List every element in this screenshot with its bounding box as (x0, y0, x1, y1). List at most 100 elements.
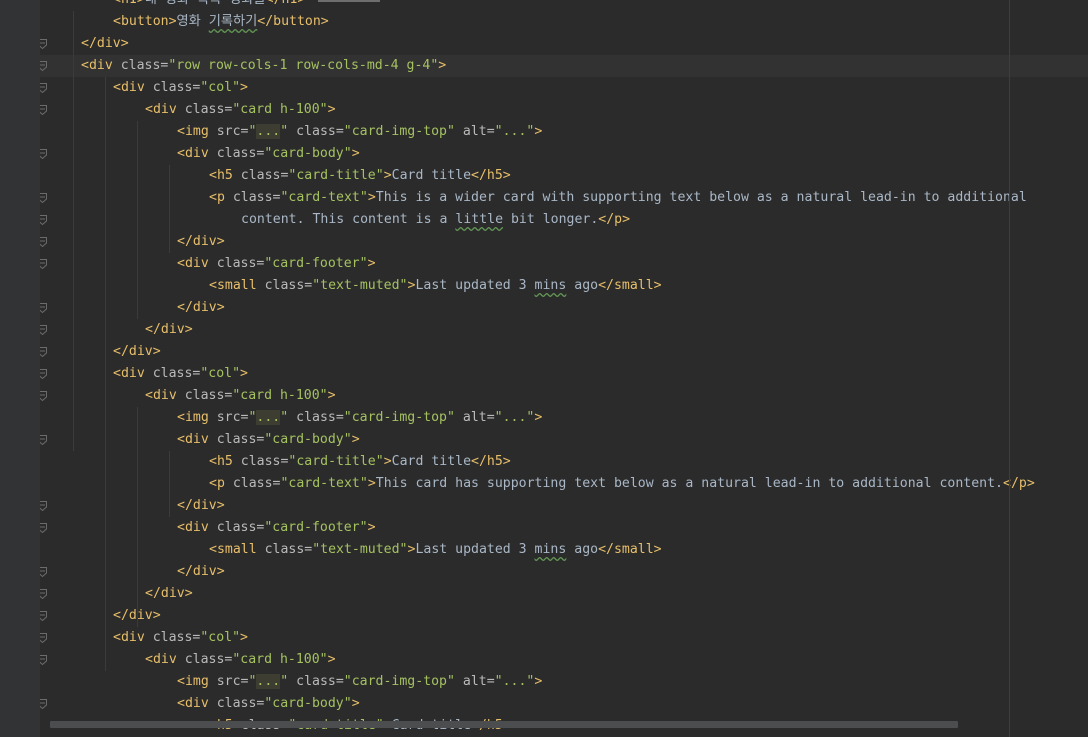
horizontal-scrollbar[interactable] (50, 721, 958, 728)
fold-marker-icon[interactable] (40, 325, 47, 335)
code-line[interactable]: <h5 class="card-title">Card title</h5> (40, 165, 1088, 187)
fold-marker-icon[interactable] (40, 215, 47, 225)
code-token: <h1> (113, 0, 145, 7)
code-token: src= (216, 410, 249, 425)
fold-marker-icon[interactable] (40, 633, 47, 643)
code-line[interactable]: </div> (40, 33, 1088, 55)
code-token: <div (177, 520, 217, 535)
code-line[interactable]: <div class="card-body"> (40, 693, 1088, 715)
code-line[interactable]: <div class="row row-cols-1 row-cols-md-4… (40, 55, 1088, 77)
code-token: > (534, 124, 543, 139)
code-line[interactable]: <div class="col"> (40, 363, 1088, 385)
fold-marker-icon[interactable] (40, 259, 47, 269)
code-line[interactable]: <button>영화 기록하기</button> (40, 11, 1088, 33)
code-token: <img (177, 124, 217, 139)
code-line[interactable]: <p class="card-text">This card has suppo… (40, 473, 1088, 495)
fold-marker-icon[interactable] (40, 149, 47, 159)
code-text: <div class="card-body"> (177, 429, 360, 451)
code-token: class= (120, 58, 169, 73)
code-text: <h5 class="card-title">Card title</h5> (209, 165, 511, 187)
code-line[interactable]: <div class="card-footer"> (40, 517, 1088, 539)
code-text: <img src= "..." class="card-img-top" alt=… (177, 671, 542, 693)
scroll-mark (318, 0, 380, 2)
code-editor[interactable]: <h1>내 영화 목록 영화들</h1><button>영화 기록하기</but… (40, 0, 1088, 737)
fold-marker-icon[interactable] (40, 193, 47, 203)
fold-marker-icon[interactable] (40, 699, 47, 709)
code-token: Card title (391, 454, 472, 469)
code-token: </h1> (266, 0, 306, 7)
code-line[interactable]: </div> (40, 561, 1088, 583)
code-line[interactable]: <div class="card h-100"> (40, 99, 1088, 121)
code-text: <div class="col"> (113, 77, 248, 99)
fold-marker-icon[interactable] (40, 501, 47, 511)
fold-marker-icon[interactable] (40, 83, 47, 93)
code-text: <button>영화 기록하기</button> (113, 11, 329, 33)
fold-marker-icon[interactable] (40, 303, 47, 313)
fold-marker-icon[interactable] (40, 237, 47, 247)
code-line[interactable]: <div class="card-body"> (40, 429, 1088, 451)
code-token: </button> (257, 14, 329, 29)
code-token: <div (145, 388, 185, 403)
code-token: class= (152, 80, 201, 95)
code-token: > (534, 674, 543, 689)
fold-marker-icon[interactable] (40, 347, 47, 357)
fold-marker-icon[interactable] (40, 61, 47, 71)
fold-marker-icon[interactable] (40, 105, 47, 115)
fold-marker-icon[interactable] (40, 391, 47, 401)
code-token: mins (534, 278, 567, 293)
code-line[interactable]: <p class="card-text">This is a wider car… (40, 187, 1088, 209)
code-token: </p> (1003, 476, 1035, 491)
code-token: <div (81, 58, 121, 73)
code-line[interactable]: <h5 class="card-title">Card title</h5> (40, 451, 1088, 473)
fold-marker-icon[interactable] (40, 435, 47, 445)
code-token: " (280, 674, 289, 689)
code-line[interactable]: <div class="card-body"> (40, 143, 1088, 165)
code-text: <div class="col"> (113, 627, 248, 649)
code-token: > (327, 652, 336, 667)
fold-marker-icon[interactable] (40, 567, 47, 577)
code-line[interactable]: </div> (40, 495, 1088, 517)
code-token: ... (256, 124, 281, 139)
fold-marker-icon[interactable] (40, 523, 47, 533)
code-line[interactable]: </div> (40, 583, 1088, 605)
code-token: <h5 (209, 454, 241, 469)
code-line[interactable]: <h1>내 영화 목록 영화들</h1> (40, 0, 1088, 11)
code-line[interactable]: </div> (40, 605, 1088, 627)
code-token: <div (145, 102, 185, 117)
fold-marker-icon[interactable] (40, 655, 47, 665)
code-token: class= (232, 476, 281, 491)
code-token: </h5> (471, 168, 511, 183)
code-token: > (367, 476, 376, 491)
code-token: "card-body" (264, 146, 352, 161)
code-line[interactable]: <div class="col"> (40, 77, 1088, 99)
code-line[interactable]: <div class="card h-100"> (40, 649, 1088, 671)
code-token: " (280, 124, 289, 139)
code-line[interactable]: </div> (40, 297, 1088, 319)
code-token: </small> (598, 278, 662, 293)
code-token: Last updated 3 (415, 278, 535, 293)
code-token: "card-body" (264, 432, 352, 447)
code-line[interactable]: <small class="text-muted">Last updated 3… (40, 275, 1088, 297)
fold-marker-icon[interactable] (40, 369, 47, 379)
code-line[interactable]: <img src= "..." class="card-img-top" alt=… (40, 407, 1088, 429)
code-line[interactable]: <div class="card h-100"> (40, 385, 1088, 407)
code-text: <small class="text-muted">Last updated 3… (209, 275, 662, 297)
code-line[interactable]: <div class="col"> (40, 627, 1088, 649)
code-line[interactable]: </div> (40, 341, 1088, 363)
code-line[interactable]: content. This content is a little bit lo… (40, 209, 1088, 231)
code-line[interactable]: <img src= "..." class="card-img-top" alt=… (40, 121, 1088, 143)
code-line[interactable]: <div class="card-footer"> (40, 253, 1088, 275)
code-line[interactable]: </div> (40, 231, 1088, 253)
code-token: "card-title" (288, 168, 384, 183)
fold-marker-icon[interactable] (40, 39, 47, 49)
code-line[interactable]: </div> (40, 319, 1088, 341)
code-token: class= (184, 652, 233, 667)
fold-marker-icon[interactable] (40, 589, 47, 599)
code-text: <p class="card-text">This is a wider car… (209, 187, 1027, 209)
code-line[interactable]: <img src= "..." class="card-img-top" alt=… (40, 671, 1088, 693)
fold-marker-icon[interactable] (40, 611, 47, 621)
code-token: src= (216, 674, 249, 689)
code-line[interactable]: <small class="text-muted">Last updated 3… (40, 539, 1088, 561)
code-token: <img (177, 674, 217, 689)
code-text: </div> (81, 33, 129, 55)
